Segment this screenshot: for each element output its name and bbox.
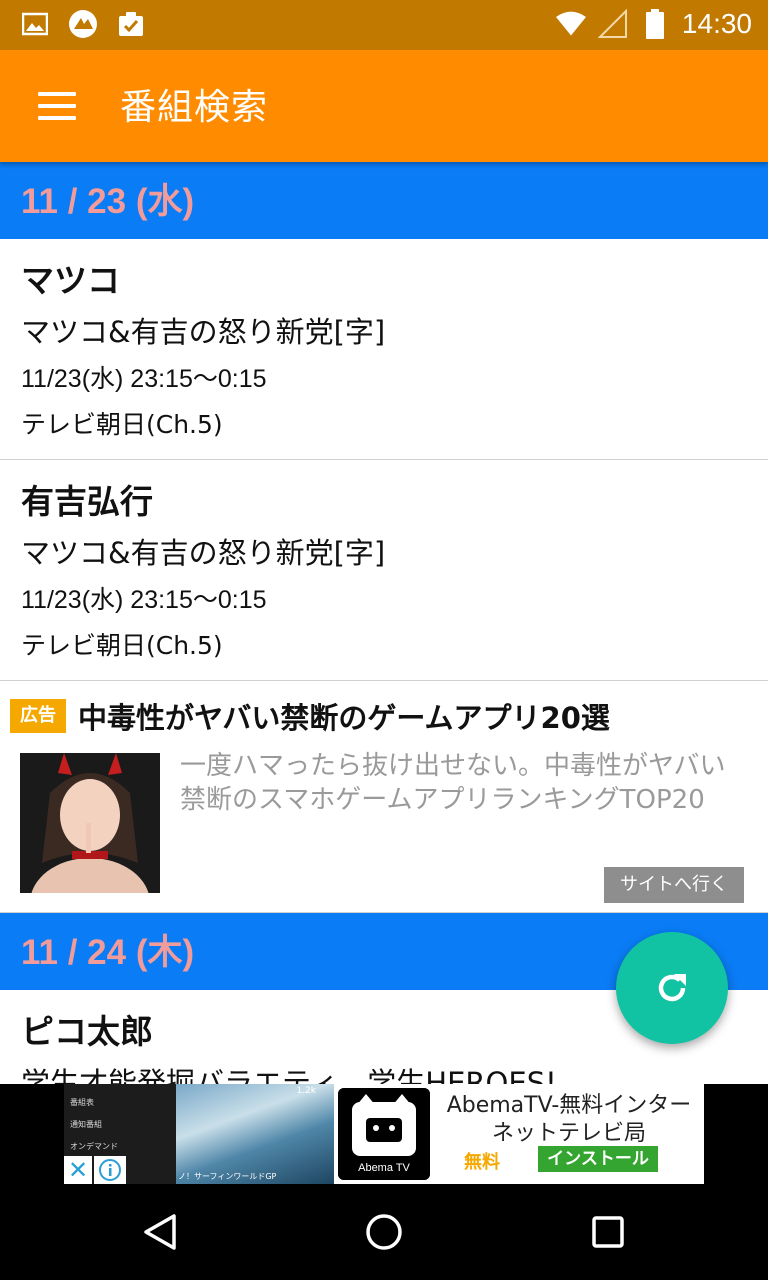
task-notification-icon — [116, 9, 146, 39]
program-time: 11/23(水) 23:15〜0:15 — [21, 586, 267, 614]
install-button[interactable]: インストール — [538, 1146, 658, 1172]
ad-menu-item: オンデマンド — [70, 1142, 118, 1151]
abematv-logo-text: Abema TV — [358, 1162, 410, 1174]
program-title: マツコ&有吉の怒り新党[字] — [21, 536, 386, 570]
ad-surf-photo: 1.2k ノ！サーフィンワールドGP — [176, 1084, 334, 1184]
program-person: マツコ — [21, 261, 120, 300]
visit-site-button[interactable]: サイトへ行く — [604, 867, 744, 903]
program-person: 有吉弘行 — [21, 482, 153, 521]
ad-app-card[interactable]: Abema TV AbemaTV-無料インターネットテレビ局 無料 インストール — [334, 1084, 704, 1184]
recents-icon[interactable] — [578, 1202, 638, 1262]
ad-description: 一度ハマったら抜け出せない。中毒性がヤバい禁断のスマホゲームアプリランキングTO… — [180, 751, 726, 815]
navigation-bar — [0, 1184, 768, 1280]
app-notification-icon — [68, 9, 98, 39]
program-title: 学生才能発掘バラエティ 学生HEROES! — [21, 1066, 557, 1084]
program-channel: テレビ朝日(Ch.5) — [21, 410, 223, 439]
ad-menu-list: 番組表 通知番組 オンデマンド — [70, 1092, 174, 1158]
ad-title[interactable]: 中毒性がヤバい禁断のゲームアプリ20選 — [78, 695, 610, 737]
signal-icon — [597, 9, 628, 39]
home-icon[interactable] — [354, 1202, 414, 1262]
program-item[interactable]: 有吉弘行 マツコ&有吉の怒り新党[字] 11/23(水) 23:15〜0:15 … — [0, 460, 768, 681]
ad-info-icon[interactable] — [94, 1156, 126, 1184]
app-bar: 番組検索 — [0, 50, 768, 162]
ad-menu-item: 番組表 — [70, 1098, 94, 1107]
ad-badge: 広告 — [10, 699, 66, 733]
page-title: 番組検索 — [120, 87, 269, 128]
hamburger-menu-icon[interactable] — [22, 80, 90, 132]
program-channel: テレビ朝日(Ch.5) — [21, 631, 223, 660]
status-bar: 14:30 — [0, 0, 768, 50]
refresh-icon — [658, 974, 686, 1002]
back-icon[interactable] — [130, 1202, 190, 1262]
image-notification-icon — [20, 9, 50, 39]
ad-caption: ノ！サーフィンワールドGP — [178, 1172, 277, 1181]
clock: 14:30 — [681, 8, 752, 39]
ad-view-count: 1.2k — [296, 1086, 316, 1096]
abematv-logo: Abema TV — [338, 1088, 430, 1180]
wifi-icon — [555, 9, 586, 39]
ad-thumbnail[interactable] — [20, 753, 160, 893]
date-header: 11 / 23 (水) — [0, 162, 768, 239]
program-time: 11/23(水) 23:15〜0:15 — [21, 365, 267, 393]
banner-ad[interactable]: 番組表 通知番組 オンデマンド 1.2k ノ！サーフィンワールドGP ✕ Abe… — [0, 1084, 768, 1184]
program-title: マツコ&有吉の怒り新党[字] — [21, 315, 386, 349]
ad-close-button[interactable]: ✕ — [64, 1156, 92, 1184]
refresh-button[interactable] — [616, 932, 728, 1044]
native-ad[interactable]: 広告 中毒性がヤバい禁断のゲームアプリ20選 一度ハマったら抜け出せない。中毒性… — [0, 681, 768, 913]
ad-price: 無料 — [464, 1152, 500, 1173]
ad-menu-item: 通知番組 — [70, 1120, 102, 1129]
ad-app-name: AbemaTV-無料インターネットテレビ局 — [446, 1093, 692, 1146]
battery-icon — [640, 9, 670, 39]
program-item[interactable]: マツコ マツコ&有吉の怒り新党[字] 11/23(水) 23:15〜0:15 テ… — [0, 239, 768, 460]
